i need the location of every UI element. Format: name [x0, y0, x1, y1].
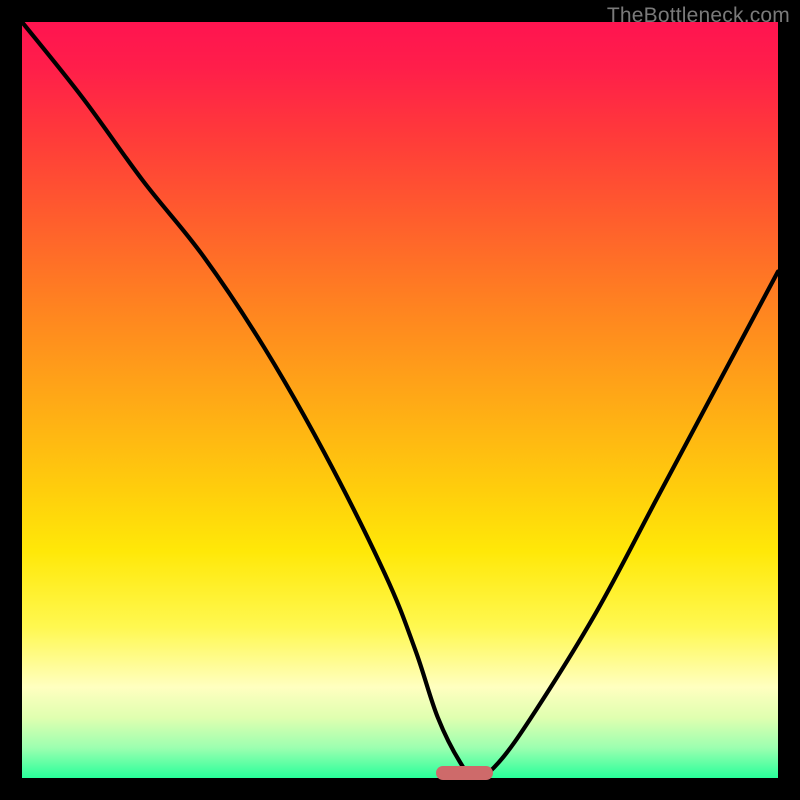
watermark-text: TheBottleneck.com [607, 4, 790, 28]
plot-area [22, 22, 778, 778]
optimal-marker [436, 766, 493, 780]
bottleneck-curve [22, 22, 778, 778]
chart-frame: TheBottleneck.com [0, 0, 800, 800]
